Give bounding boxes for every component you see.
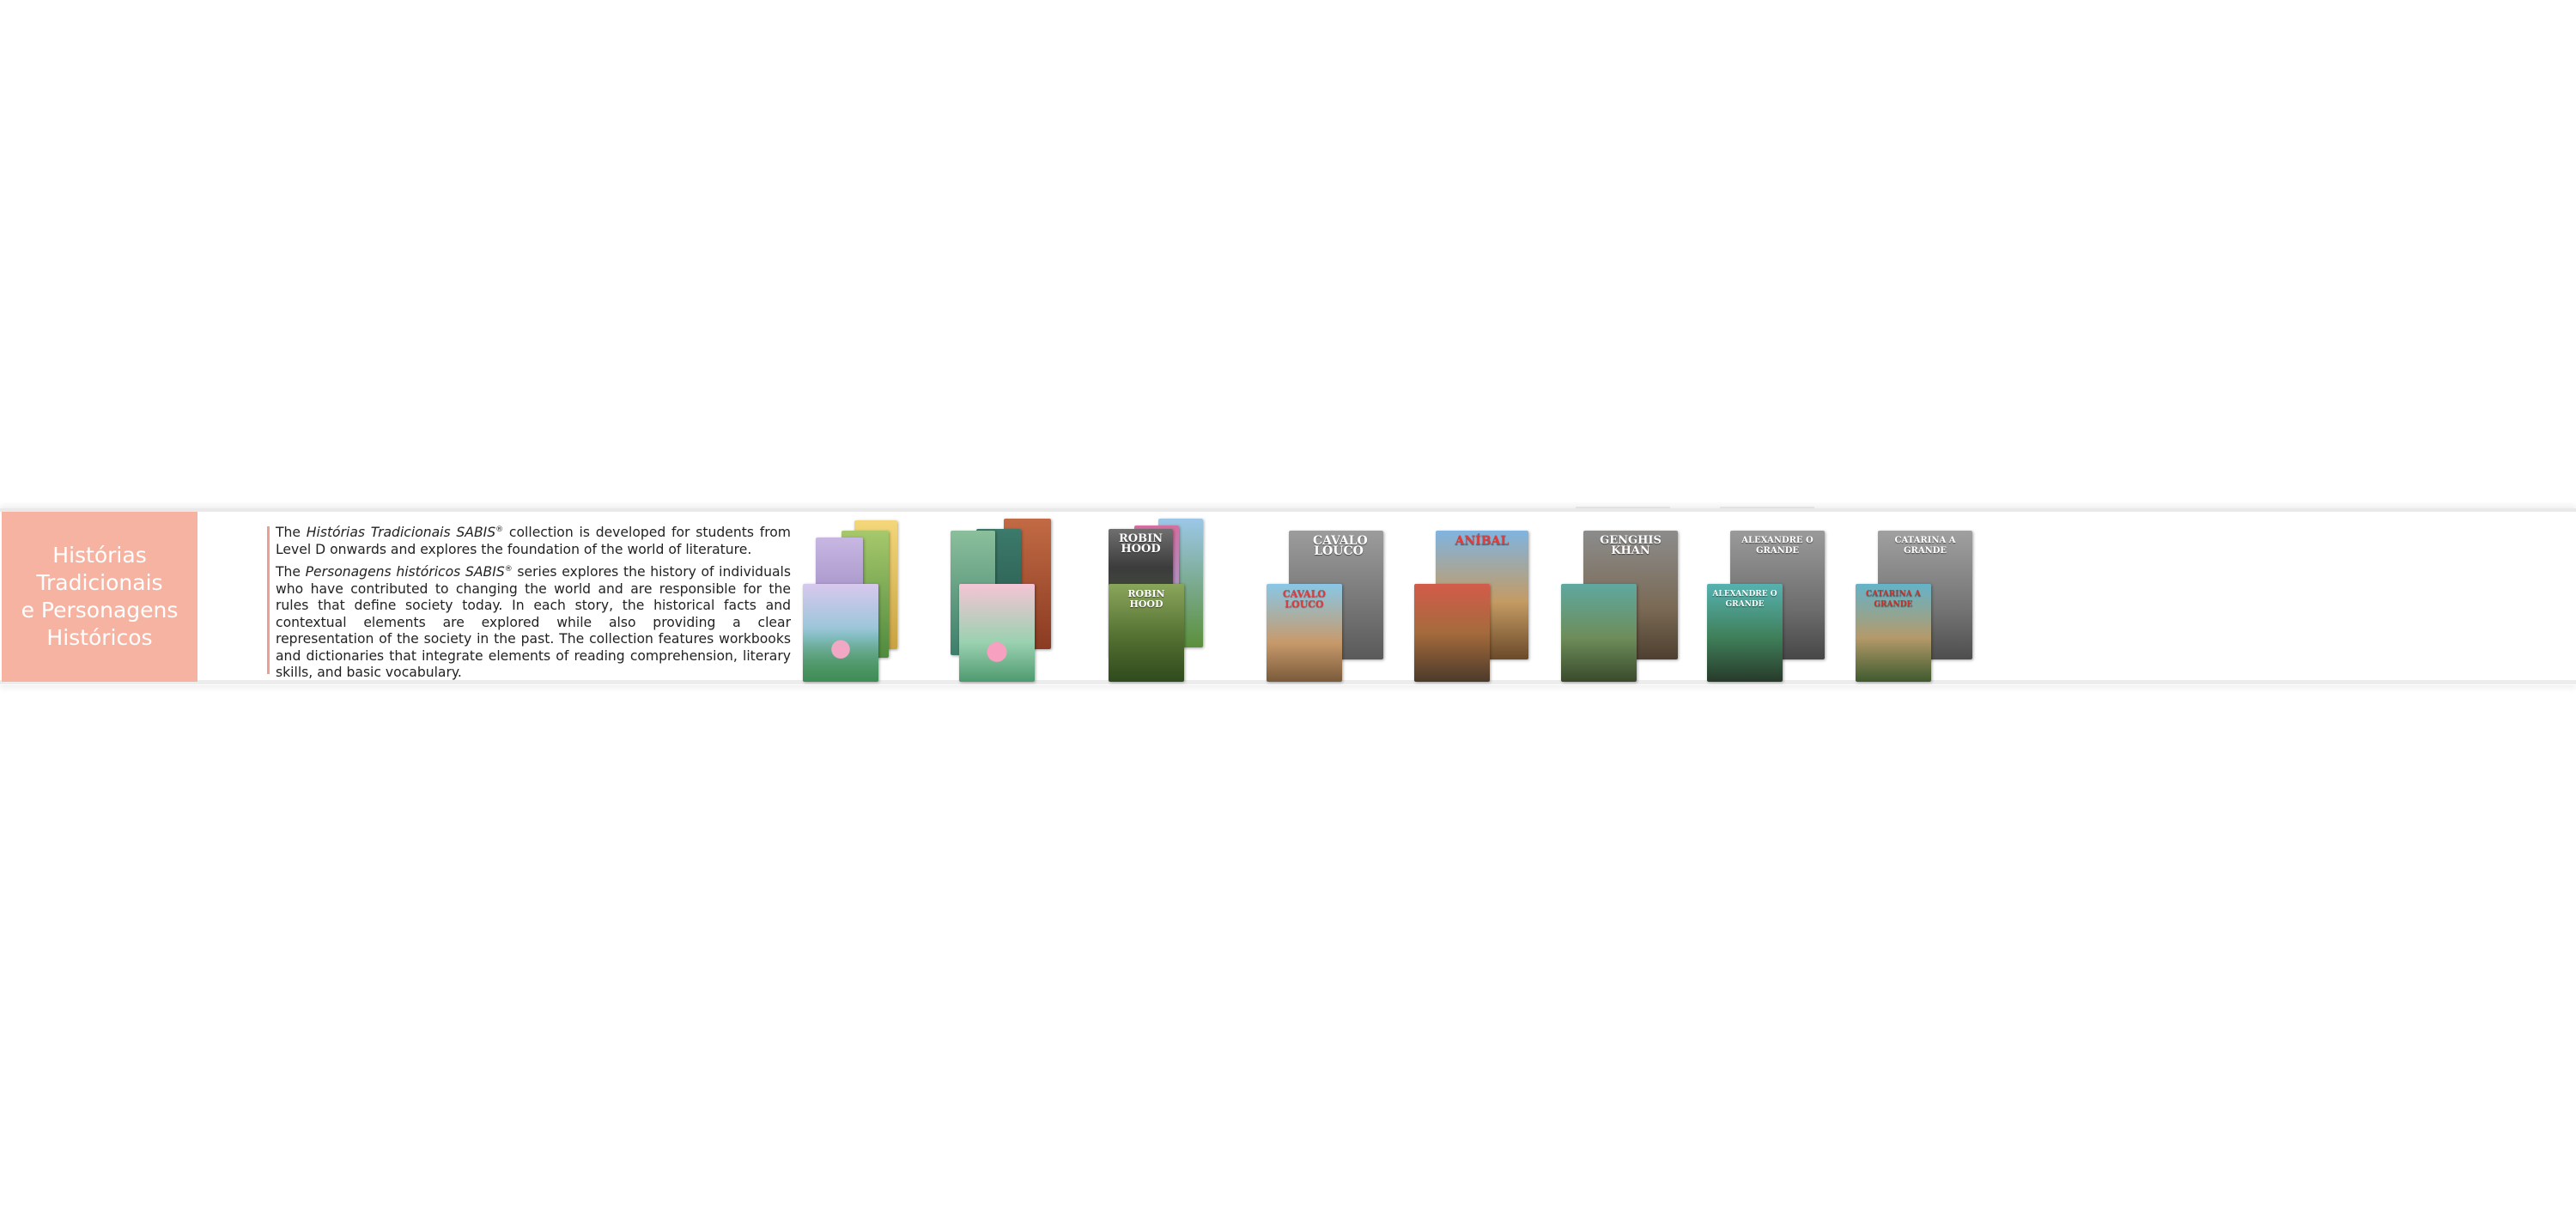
section-title-box: Histórias Tradicionais e Personagens His… bbox=[2, 512, 197, 682]
book-covers: Robin Hood Robin Hood Cavalo Louco Caval… bbox=[803, 512, 2005, 682]
book-cover: Cavalo Louco bbox=[1267, 584, 1342, 682]
book-title: Cavalo Louco bbox=[1313, 534, 1368, 558]
book-cover bbox=[803, 584, 878, 682]
book-title: Alexandre o Grande bbox=[1712, 590, 1777, 609]
book-cover bbox=[959, 584, 1035, 682]
cover-art bbox=[803, 628, 878, 682]
book-title: Robin Hood bbox=[1127, 588, 1165, 610]
book-title: Aníbal bbox=[1455, 534, 1510, 548]
book-title: Genghis Khan bbox=[1600, 534, 1662, 557]
text: The bbox=[276, 564, 306, 580]
book-title: Alexandre o Grande bbox=[1741, 536, 1814, 556]
collection-name: Histórias Tradicionais SABIS bbox=[306, 525, 496, 541]
cover-art bbox=[959, 628, 1035, 682]
description-paragraph-2: The Personagens históricos SABIS® series… bbox=[276, 562, 791, 682]
text: series explores the history of individua… bbox=[276, 564, 791, 681]
book-cover bbox=[1414, 584, 1490, 682]
description-paragraph-1: The Histórias Tradicionais SABIS® collec… bbox=[276, 522, 791, 558]
book-title: Catarina a Grande bbox=[1866, 590, 1921, 609]
book-title: Robin Hood bbox=[1118, 532, 1163, 556]
series-name: Personagens históricos SABIS bbox=[305, 564, 505, 580]
book-title: Catarina a Grande bbox=[1894, 536, 1956, 556]
book-cover: Alexandre o Grande bbox=[1707, 584, 1783, 682]
registered-mark: ® bbox=[495, 526, 504, 534]
description: The Histórias Tradicionais SABIS® collec… bbox=[276, 522, 791, 685]
section-title: Histórias Tradicionais e Personagens His… bbox=[21, 543, 179, 650]
registered-mark: ® bbox=[504, 565, 513, 574]
book-cover bbox=[1561, 584, 1637, 682]
book-title: Cavalo Louco bbox=[1282, 588, 1327, 610]
book-cover: Catarina a Grande bbox=[1856, 584, 1931, 682]
book-cover: Robin Hood bbox=[1109, 584, 1184, 682]
text: The bbox=[276, 525, 307, 541]
accent-divider bbox=[267, 526, 270, 674]
